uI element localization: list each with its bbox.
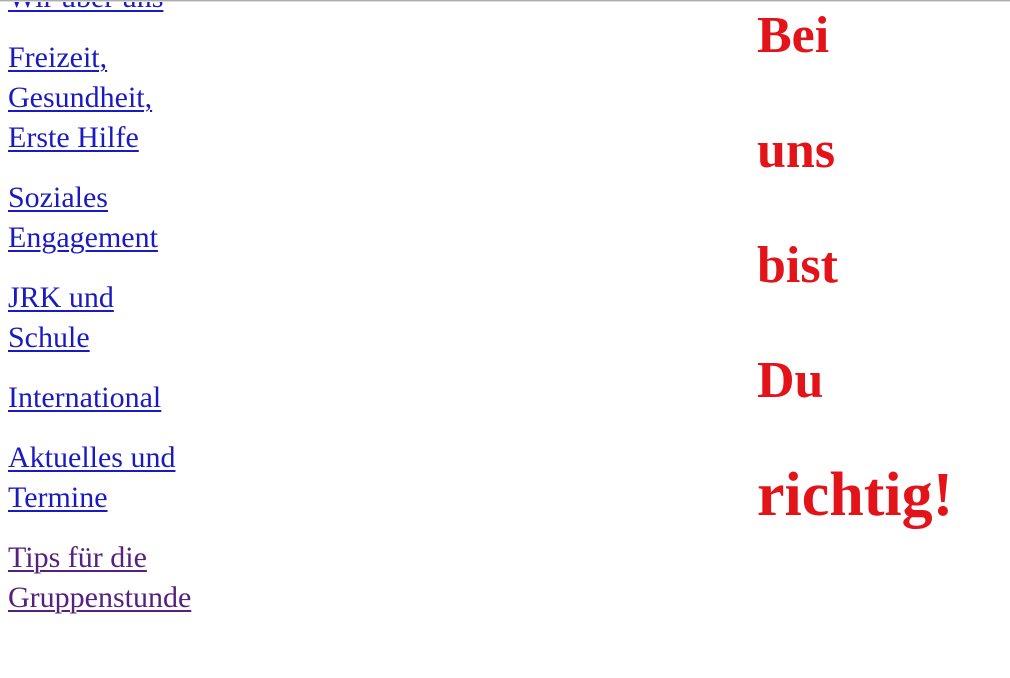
slogan-word-richtig: richtig! [757, 461, 954, 529]
slogan-word-uns: uns [757, 122, 836, 179]
navigation-link-column: Wir über uns Freizeit, Gesundheit, Erste… [8, 0, 438, 638]
nav-block: Tips für die Gruppenstunde [8, 538, 438, 618]
sidebar-item-jrk-und-schule[interactable]: JRK und Schule [8, 281, 114, 354]
slogan-word-bei: Bei [757, 7, 830, 64]
slogan-word-du: Du [757, 352, 824, 409]
page-viewport: Wir über uns Freizeit, Gesundheit, Erste… [0, 0, 1010, 678]
top-divider-rule [0, 0, 1010, 2]
sidebar-item-freizeit-gesundheit-erste-hilfe[interactable]: Freizeit, Gesundheit, Erste Hilfe [8, 41, 152, 154]
slogan-column: Bei uns bist Du richtig! [757, 0, 1010, 553]
sidebar-item-aktuelles-und-termine[interactable]: Aktuelles und Termine [8, 441, 175, 514]
nav-block: Wir über uns [8, 0, 438, 18]
nav-block: Soziales Engagement [8, 178, 438, 258]
slogan-word-bist: bist [757, 237, 838, 294]
nav-block: Aktuelles und Termine [8, 438, 438, 518]
nav-block: JRK und Schule [8, 278, 438, 358]
sidebar-item-soziales-engagement[interactable]: Soziales Engagement [8, 181, 158, 254]
sidebar-item-wir-ueber-uns[interactable]: Wir über uns [8, 0, 163, 14]
nav-block: Freizeit, Gesundheit, Erste Hilfe [8, 38, 438, 158]
sidebar-item-international[interactable]: International [8, 381, 161, 414]
nav-block: International [8, 378, 438, 418]
sidebar-item-tips-fuer-die-gruppenstunde[interactable]: Tips für die Gruppenstunde [8, 541, 191, 614]
